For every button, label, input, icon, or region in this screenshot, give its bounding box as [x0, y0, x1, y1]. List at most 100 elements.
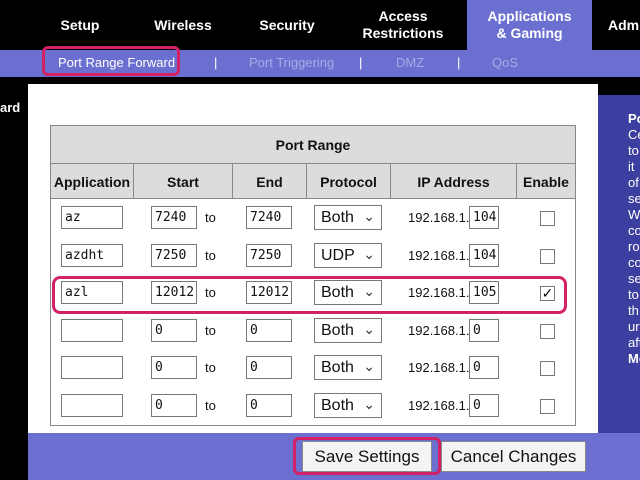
end-port-input[interactable]: 0	[246, 356, 292, 379]
tab-security[interactable]: Security	[252, 0, 322, 50]
ip-prefix-label: 192.168.1.	[408, 247, 470, 263]
table-group-header: Port Range	[51, 126, 575, 164]
cancel-changes-button[interactable]: Cancel Changes	[441, 441, 586, 472]
subnav-separator: |	[214, 55, 218, 70]
tab-setup[interactable]: Setup	[46, 0, 114, 50]
table-row: az 7240 to 7240 Both ⌄ 192.168.1. 104	[51, 200, 575, 237]
application-name-input[interactable]	[61, 393, 123, 417]
start-port-input[interactable]: 7240	[151, 206, 197, 229]
ip-last-octet-input[interactable]: 0	[469, 356, 499, 379]
table-row: 0 to 0 Both ⌄ 192.168.1. 0	[51, 313, 575, 350]
help-line: se	[628, 191, 640, 206]
tab-wireless[interactable]: Wireless	[146, 0, 220, 50]
tab-access-restrictions[interactable]: Access Restrictions	[340, 0, 466, 50]
highlight-azl-row	[52, 276, 567, 314]
chevron-down-icon: ⌄	[363, 245, 375, 262]
end-port-input[interactable]: 7250	[246, 243, 292, 267]
help-line: co	[628, 223, 640, 238]
to-label: to	[205, 247, 216, 263]
section-label: ard	[0, 100, 21, 115]
tab-applications-gaming-line1: Applications	[487, 8, 572, 24]
protocol-select[interactable]: Both ⌄	[314, 205, 382, 230]
protocol-select[interactable]: Both ⌄	[314, 355, 382, 380]
help-line: aft	[628, 335, 640, 350]
to-label: to	[205, 397, 216, 413]
application-name-input[interactable]: az	[61, 206, 123, 229]
tab-applications-gaming[interactable]: Applications & Gaming	[467, 0, 592, 50]
protocol-select[interactable]: Both ⌄	[314, 317, 382, 343]
subtab-port-triggering[interactable]: Port Triggering	[249, 55, 334, 70]
column-header-start: Start	[134, 164, 233, 199]
chevron-down-icon: ⌄	[363, 358, 375, 374]
help-line: to	[628, 287, 639, 302]
application-name-input[interactable]	[61, 356, 123, 379]
ip-prefix-label: 192.168.1.	[408, 210, 470, 225]
help-line: it	[628, 159, 635, 174]
end-port-input[interactable]: 7240	[246, 206, 292, 229]
table-row: 0 to 0 Both ⌄ 192.168.1. 0	[51, 388, 575, 425]
ip-last-octet-input[interactable]: 0	[469, 318, 499, 342]
ip-last-octet-input[interactable]: 0	[469, 393, 499, 417]
help-line: Ce	[628, 127, 640, 142]
help-line: ur	[628, 319, 640, 334]
start-port-input[interactable]: 7250	[151, 243, 197, 267]
column-header-protocol: Protocol	[307, 164, 391, 199]
end-port-input[interactable]: 0	[246, 393, 292, 417]
subtab-dmz[interactable]: DMZ	[396, 55, 424, 70]
start-port-input[interactable]: 0	[151, 393, 197, 417]
column-header-end: End	[233, 164, 307, 199]
table-column-headers: Application Start End Protocol IP Addres…	[51, 164, 575, 199]
enable-checkbox[interactable]	[540, 323, 555, 339]
start-port-input[interactable]: 0	[151, 318, 197, 342]
table-row: azdht 7250 to 7250 UDP ⌄ 192.168.1. 104	[51, 238, 575, 275]
column-header-application: Application	[51, 164, 134, 199]
enable-checkbox[interactable]	[540, 398, 555, 414]
protocol-value: Both	[321, 396, 354, 414]
help-line: co	[628, 255, 640, 270]
ip-prefix-label: 192.168.1.	[408, 397, 470, 413]
chevron-down-icon: ⌄	[363, 320, 375, 337]
enable-checkbox[interactable]	[540, 361, 555, 376]
end-port-input[interactable]: 0	[246, 318, 292, 342]
application-name-input[interactable]	[61, 318, 123, 342]
protocol-value: Both	[321, 321, 354, 339]
protocol-value: UDP	[321, 246, 355, 264]
subnav-separator: |	[359, 55, 363, 70]
highlight-port-range-forward	[42, 46, 180, 76]
to-label: to	[205, 360, 216, 375]
ip-last-octet-input[interactable]: 104	[469, 243, 499, 267]
ip-last-octet-input[interactable]: 104	[469, 206, 499, 229]
protocol-value: Both	[321, 359, 354, 376]
subnav-separator: |	[457, 55, 461, 70]
protocol-value: Both	[321, 209, 354, 226]
subtab-qos[interactable]: QoS	[492, 55, 518, 70]
ip-prefix-label: 192.168.1.	[408, 360, 470, 375]
ip-prefix-label: 192.168.1.	[408, 322, 470, 338]
help-line: W	[628, 207, 640, 222]
to-label: to	[205, 210, 216, 225]
start-port-input[interactable]: 0	[151, 356, 197, 379]
tab-administration[interactable]: Adm	[600, 0, 640, 50]
application-name-input[interactable]: azdht	[61, 243, 123, 267]
enable-checkbox[interactable]	[540, 248, 555, 264]
left-strip	[0, 77, 28, 433]
tab-applications-gaming-line2: & Gaming	[496, 25, 563, 41]
help-line: to	[628, 143, 639, 158]
protocol-select[interactable]: UDP ⌄	[314, 242, 382, 268]
column-header-ip-address: IP Address	[391, 164, 517, 199]
chevron-down-icon: ⌄	[363, 208, 375, 224]
protocol-select[interactable]: Both ⌄	[314, 392, 382, 418]
highlight-save-button	[293, 437, 441, 475]
help-line: th	[628, 303, 639, 318]
to-label: to	[205, 322, 216, 338]
table-row: 0 to 0 Both ⌄ 192.168.1. 0	[51, 350, 575, 387]
help-panel: Po Ce to it of se W co ro co se to th ur…	[598, 95, 640, 433]
top-navigation: Setup Wireless Security Access Restricti…	[0, 0, 640, 50]
help-line: of	[628, 175, 639, 190]
help-line: ro	[628, 239, 640, 254]
column-header-enable: Enable	[523, 173, 569, 190]
help-line: se	[628, 271, 640, 286]
help-more-link[interactable]: Mo	[628, 351, 640, 367]
chevron-down-icon: ⌄	[363, 395, 375, 412]
enable-checkbox[interactable]	[540, 211, 555, 226]
